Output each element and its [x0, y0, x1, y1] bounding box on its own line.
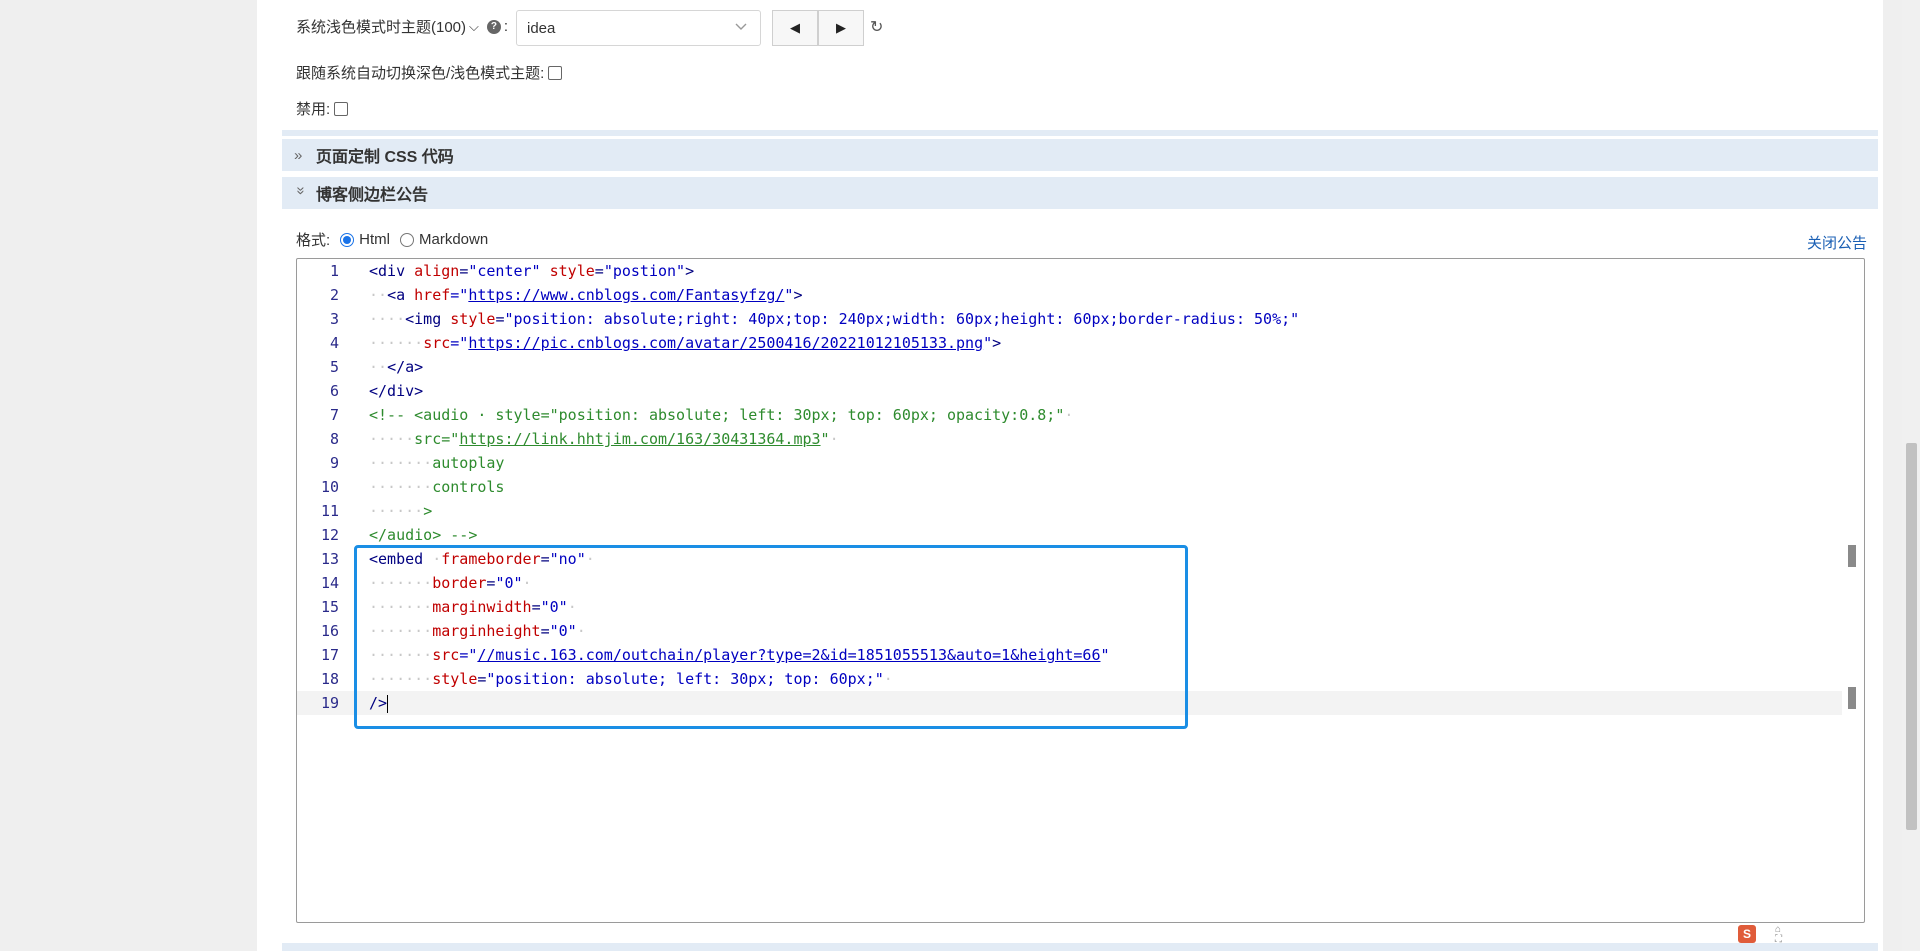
line-number: 5	[329, 358, 339, 376]
line-number: 15	[320, 598, 339, 616]
sogou-logo-icon[interactable]: S	[1738, 925, 1756, 943]
line-content: </audio> -->	[369, 526, 478, 544]
line-number: 13	[320, 550, 339, 568]
theme-setting-label: 系统浅色模式时主题(100)	[296, 19, 467, 36]
line-content: ··<a href="https://www.cnblogs.com/Fanta…	[369, 286, 803, 304]
code-line: 1 <div align="center" style="postion">	[297, 259, 1842, 283]
line-number: 16	[320, 622, 339, 640]
line-number: 17	[320, 646, 339, 664]
code-line: 11 ······>	[297, 499, 1842, 523]
code-line: 2 ··<a href="https://www.cnblogs.com/Fan…	[297, 283, 1842, 307]
annotation-highlight-box	[354, 545, 1188, 729]
line-content: ·······controls	[369, 478, 505, 496]
section-custom-css[interactable]: » 页面定制 CSS 代码	[282, 139, 1878, 171]
format-option-html[interactable]: Html	[359, 231, 390, 248]
code-line: 12 </audio> -->	[297, 523, 1842, 547]
line-number: 18	[320, 670, 339, 688]
line-content: ······>	[369, 502, 433, 520]
format-label: 格式:	[296, 232, 331, 249]
chevron-down-icon[interactable]: ⌵	[469, 19, 479, 35]
line-number: 7	[329, 406, 339, 424]
auto-switch-row: 跟随系统自动切换深色/浅色模式主题:	[296, 62, 563, 83]
page-scrollbar[interactable]	[1902, 0, 1920, 951]
help-icon[interactable]: ?	[486, 19, 501, 34]
format-row: 格式: Html Markdown	[296, 229, 488, 250]
line-content: </div>	[369, 382, 424, 400]
reset-icon[interactable]: ↻	[870, 17, 883, 37]
disable-label: 禁用:	[296, 101, 331, 118]
editor-scrollbar[interactable]	[1848, 259, 1864, 922]
line-number: 8	[329, 430, 339, 448]
theme-select-value: idea	[527, 19, 556, 37]
settings-page: 系统浅色模式时主题(100) ⌵ ? : idea ◀ ▶ ↻ 跟随系统自动切换…	[257, 0, 1883, 951]
code-line: 5 ··</a>	[297, 355, 1842, 379]
section-sidebar-notice-title: 博客侧边栏公告	[316, 187, 429, 204]
collapse-chevron-icon: »	[292, 186, 310, 195]
select-caret-icon	[734, 19, 748, 36]
section-divider	[282, 130, 1878, 136]
line-number: 14	[320, 574, 339, 592]
prev-icon: ◀	[790, 20, 800, 35]
code-line: 6 </div>	[297, 379, 1842, 403]
line-number: 9	[329, 454, 339, 472]
line-number: 1	[329, 262, 339, 280]
code-line: 9 ·······autoplay	[297, 451, 1842, 475]
code-line: 8 ·····src="https://link.hhtjim.com/163/…	[297, 427, 1842, 451]
code-line: 4 ······src="https://pic.cnblogs.com/ava…	[297, 331, 1842, 355]
disable-row: 禁用:	[296, 98, 349, 119]
line-number: 10	[320, 478, 339, 496]
line-number: 3	[329, 310, 339, 328]
theme-setting-row: 系统浅色模式时主题(100) ⌵ ? :	[296, 16, 508, 37]
prev-theme-button[interactable]: ◀	[772, 10, 818, 46]
line-number: 6	[329, 382, 339, 400]
line-number: 12	[320, 526, 339, 544]
close-notice-link[interactable]: 关闭公告	[1807, 232, 1867, 253]
line-content: ····<img style="position: absolute;right…	[369, 310, 1300, 328]
next-icon: ▶	[836, 20, 846, 35]
line-content: <!-- <audio · style="position: absolute;…	[369, 406, 1074, 424]
code-line: 7 <!-- <audio · style="position: absolut…	[297, 403, 1842, 427]
expand-chevron-icon: »	[294, 146, 303, 164]
scroll-marker	[1848, 687, 1856, 709]
line-content: ·····src="https://link.hhtjim.com/163/30…	[369, 430, 839, 448]
line-number: 4	[329, 334, 339, 352]
next-theme-button[interactable]: ▶	[818, 10, 864, 46]
fullscreen-icon[interactable]: ⛶	[1775, 935, 1782, 945]
line-content: ······src="https://pic.cnblogs.com/avata…	[369, 334, 1002, 352]
line-number: 11	[320, 502, 339, 520]
scroll-marker	[1848, 545, 1856, 567]
line-content: <div align="center" style="postion">	[369, 262, 695, 280]
line-number: 2	[329, 286, 339, 304]
page-scrollbar-thumb[interactable]	[1906, 443, 1917, 830]
theme-select[interactable]: idea	[516, 10, 761, 46]
line-number: 19	[320, 694, 339, 712]
disable-checkbox[interactable]	[334, 101, 349, 116]
format-radio-markdown[interactable]	[400, 232, 414, 247]
corner-toolbar: ⌂ ⛶	[1775, 925, 1782, 945]
section-sidebar-notice[interactable]: » 博客侧边栏公告	[282, 177, 1878, 209]
next-section-bar	[282, 943, 1878, 951]
line-content: ··</a>	[369, 358, 424, 376]
section-custom-css-title: 页面定制 CSS 代码	[316, 149, 454, 166]
format-radio-html[interactable]	[340, 232, 355, 247]
code-line: 10 ·······controls	[297, 475, 1842, 499]
auto-switch-checkbox[interactable]	[548, 65, 563, 80]
code-line: 3 ····<img style="position: absolute;rig…	[297, 307, 1842, 331]
format-option-markdown[interactable]: Markdown	[419, 231, 488, 248]
line-content: ·······autoplay	[369, 454, 505, 472]
theme-setting-colon: :	[503, 18, 509, 35]
auto-switch-label: 跟随系统自动切换深色/浅色模式主题:	[296, 65, 545, 82]
